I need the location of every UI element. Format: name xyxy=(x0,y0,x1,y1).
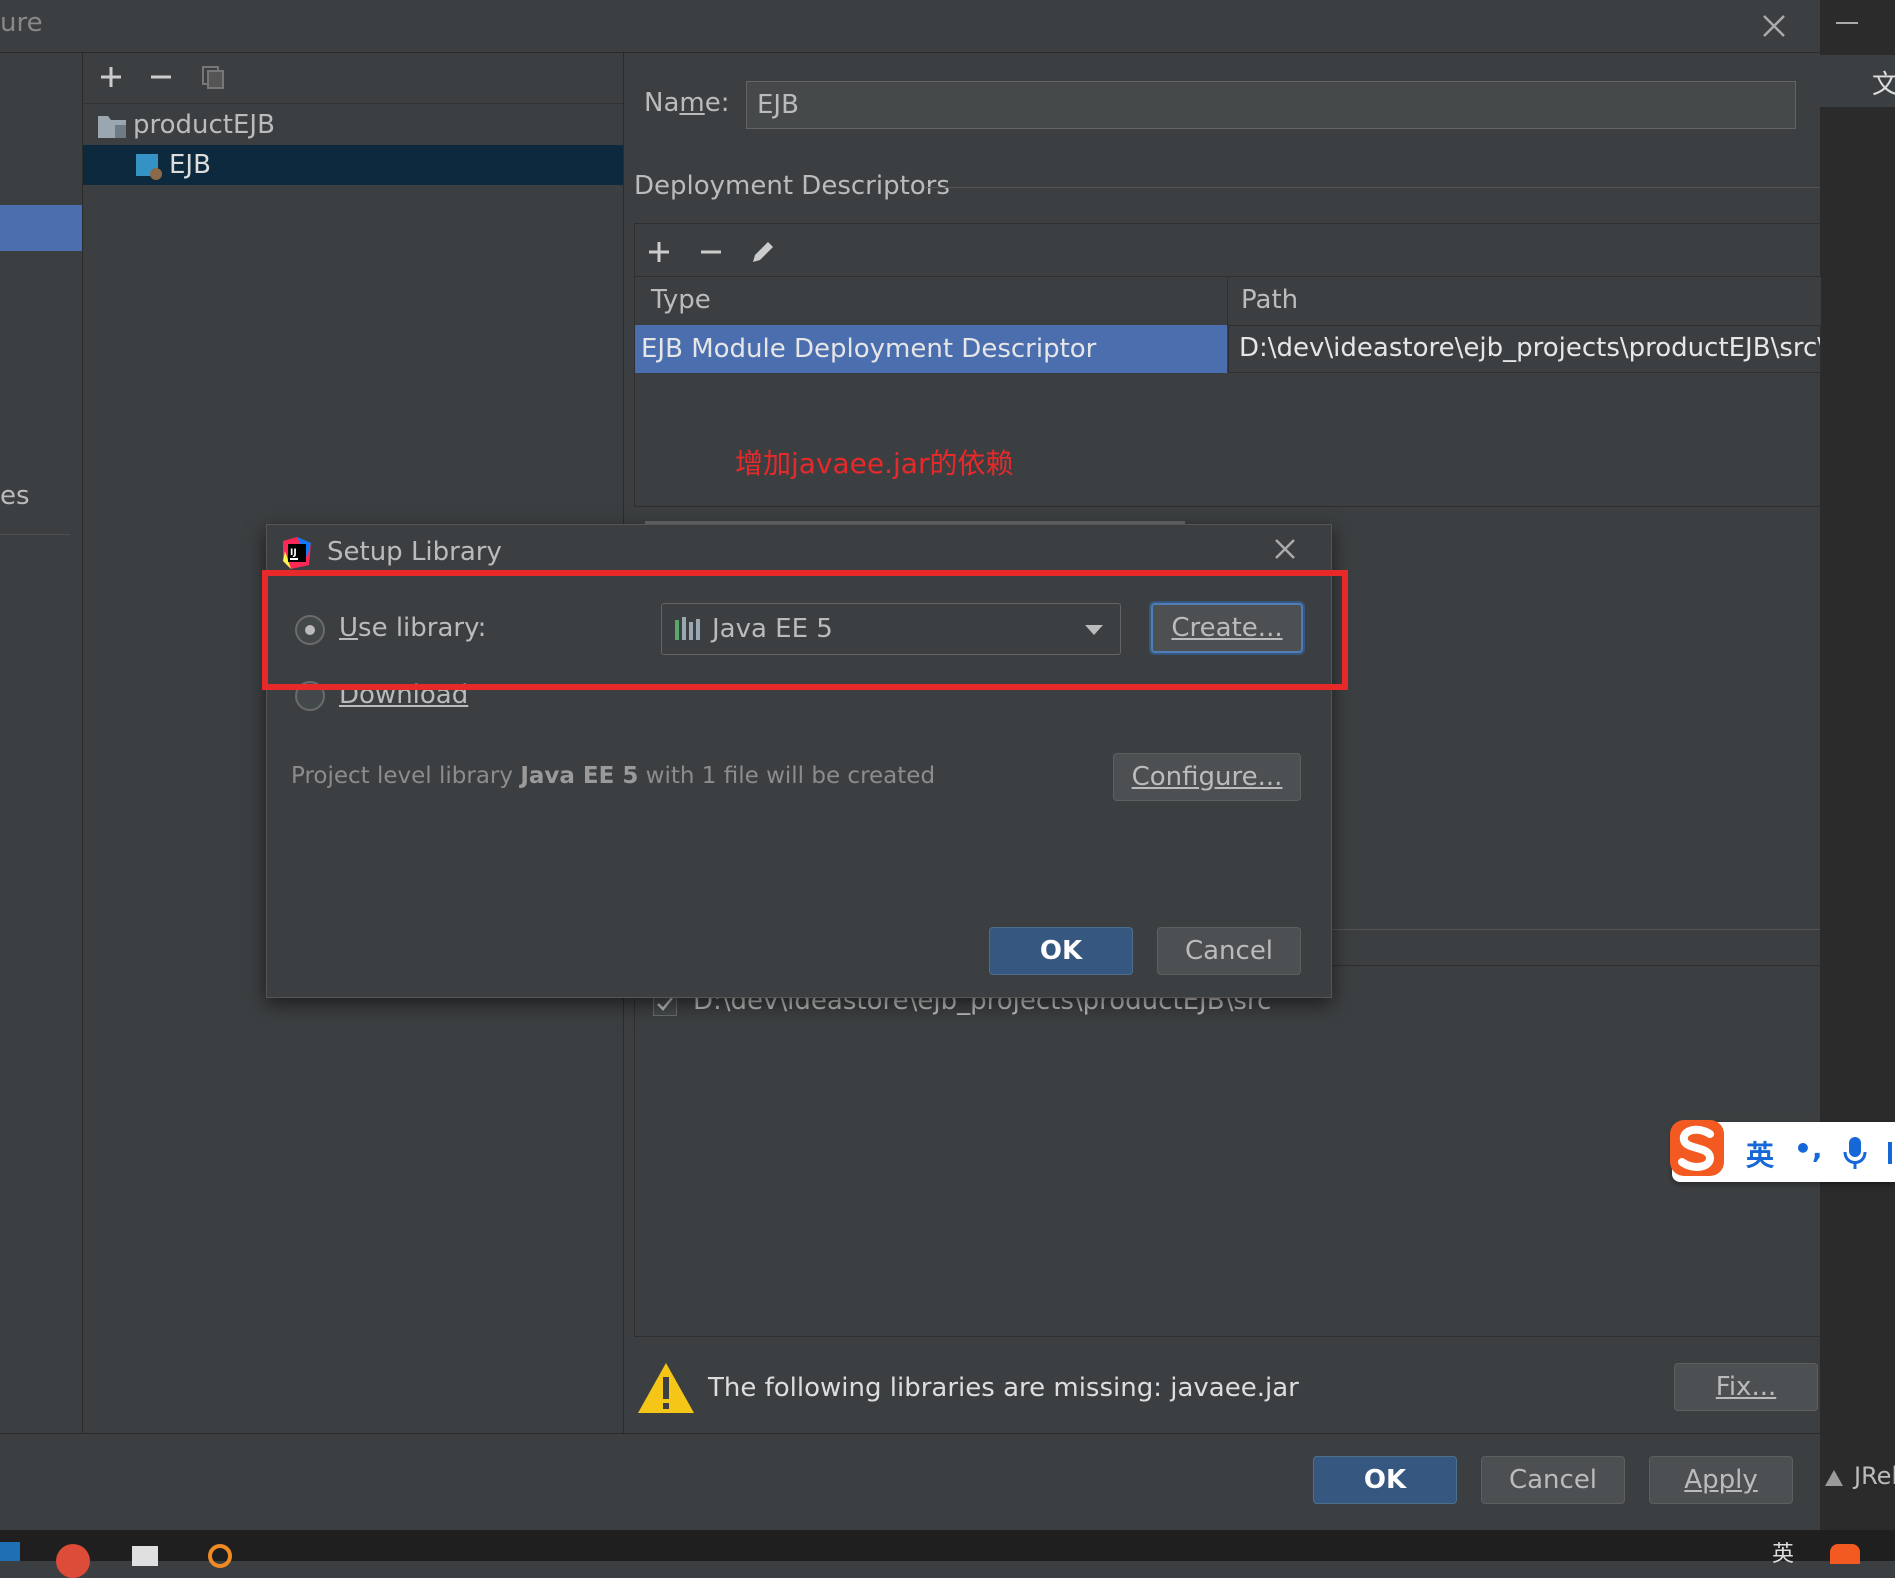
column-header-type[interactable]: Type xyxy=(651,285,711,315)
name-label: Name: xyxy=(644,88,730,118)
library-info: Project level library Java EE 5 with 1 f… xyxy=(291,763,935,789)
info-suffix: with 1 file will be created xyxy=(638,763,936,789)
tree-item-label: EJB xyxy=(169,150,211,180)
configure-button[interactable]: Configure... xyxy=(1113,753,1301,801)
column-separator xyxy=(1227,277,1228,325)
dialog-top-line xyxy=(645,521,1185,524)
chrome-icon[interactable] xyxy=(56,1544,90,1578)
microphone-icon[interactable] xyxy=(1842,1136,1868,1170)
taskbar-language[interactable]: 英 xyxy=(1772,1536,1794,1568)
table-header: Type Path xyxy=(635,276,1821,326)
dialog-close-icon[interactable] xyxy=(1267,531,1303,567)
sogou-tray-icon[interactable] xyxy=(1830,1544,1860,1564)
section-divider xyxy=(924,187,1820,188)
nav-divider xyxy=(0,534,70,535)
svg-text:IJ: IJ xyxy=(290,548,297,558)
dialog-title: Setup Library xyxy=(327,537,502,567)
remove-descriptor-icon[interactable] xyxy=(693,234,729,270)
descriptor-type: EJB Module Deployment Descriptor xyxy=(641,334,1097,364)
warning-icon xyxy=(636,1361,696,1415)
table-row[interactable]: EJB Module Deployment Descriptor D:\dev\… xyxy=(635,325,1821,373)
taskbar: 英 xyxy=(0,1530,1895,1578)
nav-selected-item[interactable] xyxy=(0,205,82,251)
cancel-button[interactable]: Cancel xyxy=(1481,1456,1625,1504)
app-ring-icon[interactable] xyxy=(208,1544,232,1568)
table-cell-path: D:\dev\ideastore\ejb_projects\productEJB… xyxy=(1228,325,1821,373)
strip-char: 文 xyxy=(1872,70,1895,100)
tree-item-label: productEJB xyxy=(133,110,275,140)
title-bar: ure xyxy=(0,0,1820,53)
footer-divider xyxy=(0,1433,1820,1434)
source-roots-panel: D:\dev\ideastore\ejb_projects\productEJB… xyxy=(634,965,1821,1337)
ejb-facet-icon xyxy=(135,153,163,181)
name-input[interactable] xyxy=(746,81,1796,129)
jrebel-label: JReb xyxy=(1854,1462,1895,1490)
annotation-text: 增加javaee.jar的依赖 xyxy=(735,447,1014,480)
remove-icon[interactable] xyxy=(143,59,179,95)
taskbar-app-icon[interactable] xyxy=(0,1542,20,1561)
copy-icon[interactable] xyxy=(195,59,231,95)
column-header-path[interactable]: Path xyxy=(1241,285,1298,315)
tree-item-productejb[interactable]: productEJB xyxy=(83,105,623,145)
info-prefix: Project level library xyxy=(291,763,521,789)
section-title: Deployment Descriptors xyxy=(634,171,950,201)
minimize-icon[interactable] xyxy=(1836,22,1858,24)
background-ide-strip: 文 文 xyxy=(1820,0,1895,1530)
apply-button[interactable]: Apply xyxy=(1649,1456,1793,1504)
info-library-name: Java EE 5 xyxy=(520,763,639,789)
table-cell-type: EJB Module Deployment Descriptor xyxy=(635,325,1227,373)
tree-item-ejb[interactable]: EJB xyxy=(83,145,623,185)
fix-button[interactable]: Fix... xyxy=(1674,1363,1818,1411)
close-icon[interactable] xyxy=(1756,8,1792,44)
highlight-box xyxy=(262,570,1348,690)
folder-icon xyxy=(97,113,127,139)
ime-punctuation-toggle[interactable]: •, xyxy=(1794,1132,1823,1165)
ok-button[interactable]: OK xyxy=(1313,1456,1457,1504)
notepad-icon[interactable] xyxy=(132,1546,158,1566)
sogou-logo-icon xyxy=(1668,1116,1728,1180)
add-descriptor-icon[interactable] xyxy=(641,234,677,270)
ime-more-edge xyxy=(1888,1142,1892,1164)
ime-toolbar[interactable]: 英 •, xyxy=(1670,1120,1895,1182)
warning-text: The following libraries are missing: jav… xyxy=(708,1373,1299,1403)
ime-language-toggle[interactable]: 英 xyxy=(1746,1134,1774,1174)
dialog-cancel-button[interactable]: Cancel xyxy=(1157,927,1301,975)
descriptor-path: D:\dev\ideastore\ejb_projects\productEJB… xyxy=(1239,333,1821,363)
nav-item-label[interactable]: es xyxy=(0,481,30,511)
edit-descriptor-icon[interactable] xyxy=(745,234,781,270)
settings-nav: es xyxy=(0,53,83,1433)
descriptors-panel: Type Path EJB Module Deployment Descript… xyxy=(634,223,1821,507)
window-title: ure xyxy=(0,8,43,38)
dialog-ok-button[interactable]: OK xyxy=(989,927,1133,975)
tree-toolbar xyxy=(83,53,623,104)
intellij-logo-icon: IJ xyxy=(281,537,313,569)
add-icon[interactable] xyxy=(93,59,129,95)
